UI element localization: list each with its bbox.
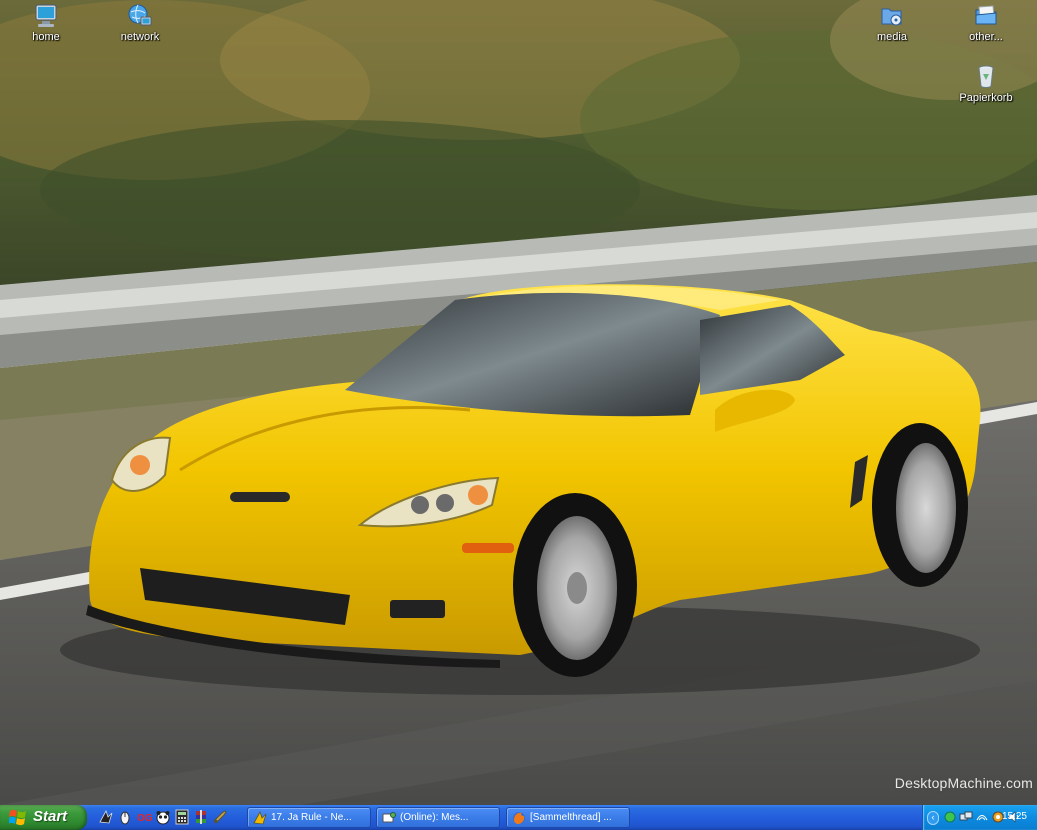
firefox-icon — [513, 812, 525, 824]
desktop-icon-label: network — [120, 31, 160, 43]
taskbar-button-messenger[interactable]: (Online): Mes... — [376, 807, 500, 828]
wallpaper-watermark: DesktopMachine.com — [894, 775, 1033, 791]
media-folder-icon — [881, 8, 902, 26]
clock[interactable]: 15:25 — [1002, 811, 1027, 822]
green-status-icon[interactable] — [943, 810, 957, 824]
desktop-icon-label: Papierkorb — [959, 92, 1013, 104]
taskbar-button-label: 17. Ja Rule - Ne... — [271, 812, 352, 823]
folder-icon — [975, 5, 997, 25]
desktop-icon-label: other... — [969, 31, 1003, 43]
desktop-icon-network[interactable]: network — [104, 3, 176, 43]
taskbar: Start OG 17. Ja Rule - Ne... (Online): M… — [0, 805, 1037, 830]
quick-launch-toolbar: OG — [98, 808, 228, 827]
system-tray: ‹ 15:25 — [922, 805, 1037, 830]
winamp-icon — [253, 811, 267, 825]
start-label: Start — [33, 808, 68, 825]
network-globe-icon — [128, 4, 152, 26]
panda-icon[interactable] — [155, 809, 171, 825]
taskbar-button-label: [Sammelthread] ... — [530, 812, 612, 823]
winrar-icon[interactable] — [193, 809, 209, 825]
start-button[interactable]: Start — [0, 805, 87, 830]
tool-icon[interactable] — [212, 809, 228, 825]
og-icon[interactable]: OG — [136, 809, 153, 825]
windows-logo-icon — [9, 809, 26, 826]
desktop: home network media other... Papierkorb D… — [0, 0, 1037, 805]
desktop-icon-recycle-bin[interactable]: Papierkorb — [950, 64, 1022, 104]
desktop-icon-other[interactable]: other... — [950, 3, 1022, 43]
desktop-icon-label: media — [877, 31, 907, 43]
network-connection-icon[interactable] — [959, 810, 973, 824]
desktop-icon-home[interactable]: home — [10, 3, 82, 43]
svg-text:OG: OG — [137, 813, 152, 824]
wallpaper-image — [0, 0, 1037, 805]
desktop-icon-label: home — [32, 31, 60, 43]
computer-icon — [35, 4, 57, 27]
desktop-icon-media[interactable]: media — [856, 3, 928, 43]
taskbar-button-winamp[interactable]: 17. Ja Rule - Ne... — [247, 807, 371, 828]
calculator-icon[interactable] — [174, 809, 190, 825]
show-hidden-icons-chevron-icon[interactable]: ‹ — [927, 811, 939, 825]
taskbar-button-firefox[interactable]: [Sammelthread] ... — [506, 807, 630, 828]
wireless-icon[interactable] — [975, 810, 989, 824]
recycle-bin-icon — [978, 65, 994, 88]
winamp-icon[interactable] — [98, 809, 114, 825]
mouse-icon[interactable] — [117, 809, 133, 825]
messenger-icon — [382, 812, 396, 823]
taskbar-button-label: (Online): Mes... — [400, 812, 469, 823]
